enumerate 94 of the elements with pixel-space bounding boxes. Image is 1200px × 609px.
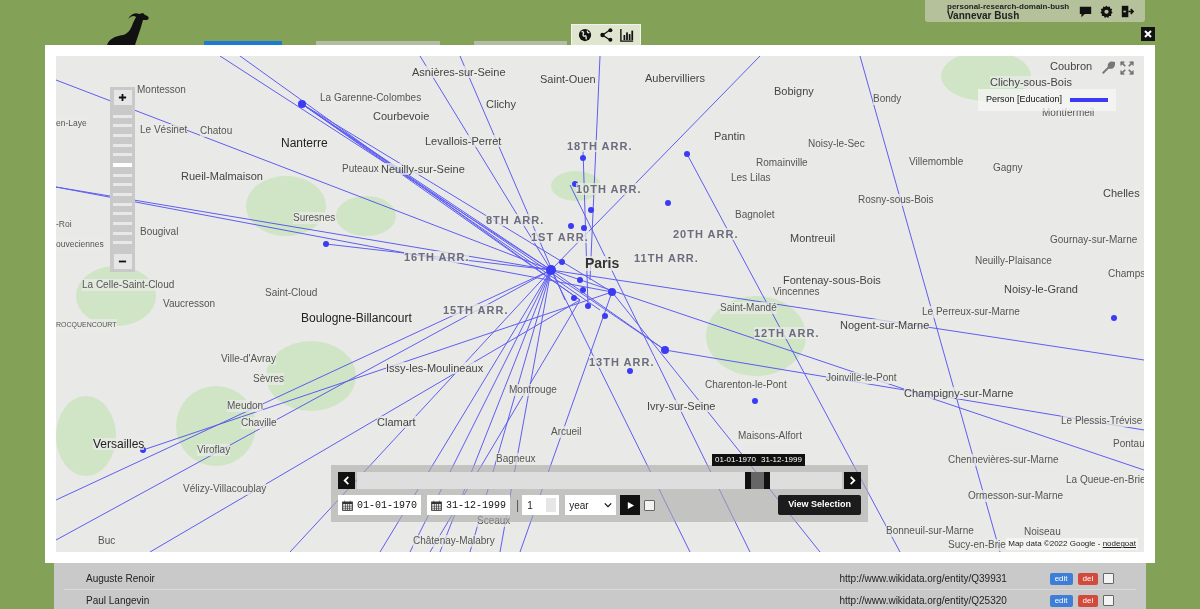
place-label: La Celle-Saint-Cloud bbox=[82, 279, 175, 291]
place-label: Vaucresson bbox=[163, 298, 216, 310]
place-label: Levallois-Perret bbox=[425, 135, 502, 147]
place-label: Coubron bbox=[1050, 60, 1093, 72]
place-label: Châtenay-Malabry bbox=[413, 535, 495, 547]
user-name: Vannevar Bush bbox=[947, 10, 1020, 21]
district-label: 10TH ARR. bbox=[576, 183, 642, 195]
place-label: Fontenay-sous-Bois bbox=[783, 274, 881, 286]
district-label: 11TH ARR. bbox=[634, 252, 699, 264]
domain-name: personal-research-domain-bush bbox=[947, 1, 1070, 11]
place-label: Vélizy-Villacoublay bbox=[183, 483, 267, 495]
place-label: Rosny-sous-Bois bbox=[858, 194, 934, 206]
place-label: Arcueil bbox=[551, 426, 582, 438]
place-label: Montrouge bbox=[509, 384, 557, 396]
place-label: Noiseau bbox=[1024, 526, 1061, 538]
place-label: Bobigny bbox=[774, 85, 814, 97]
place-label: Gournay-sur-Marne bbox=[1050, 234, 1138, 246]
place-label: -Roi bbox=[56, 218, 72, 230]
place-label: Suresnes bbox=[293, 212, 336, 224]
place-label: Asnières-sur-Seine bbox=[412, 66, 506, 78]
place-label: Montesson bbox=[137, 84, 186, 96]
place-label: Issy-les-Moulineaux bbox=[386, 362, 484, 374]
place-label: Versailles bbox=[93, 438, 145, 450]
district-label: 13TH ARR. bbox=[589, 356, 655, 368]
district-label: 8TH ARR. bbox=[486, 214, 545, 226]
place-label: ouveciennes bbox=[56, 238, 104, 250]
district-label: 1ST ARR. bbox=[531, 231, 589, 243]
start-date-tooltip: 01-01-1970 bbox=[712, 454, 759, 466]
place-label: Rueil-Malmaison bbox=[181, 170, 263, 182]
place-label: Pantin bbox=[714, 130, 746, 142]
place-label: Montreuil bbox=[790, 232, 836, 244]
place-label: Les Lilas bbox=[731, 172, 771, 184]
place-label: Chaville bbox=[241, 417, 277, 429]
place-label: La Garenne-Colombes bbox=[320, 92, 422, 104]
place-label: Chelles bbox=[1103, 187, 1140, 199]
place-label: Ormesson-sur-Marne bbox=[968, 490, 1064, 502]
place-label: Nogent-sur-Marne bbox=[840, 319, 930, 331]
place-label: en-Laye bbox=[56, 117, 87, 129]
place-label: Vincennes bbox=[773, 286, 820, 298]
place-label: Gagny bbox=[993, 162, 1023, 174]
place-label: Charenton-le-Pont bbox=[705, 379, 787, 391]
place-label: Ivry-sur-Seine bbox=[647, 400, 716, 412]
place-label: Villemomble bbox=[909, 156, 964, 168]
place-label: Clamart bbox=[377, 416, 416, 428]
place-label: Bonneuil-sur-Marne bbox=[886, 525, 974, 537]
place-label: Champigny-sur-Marne bbox=[904, 387, 1014, 399]
place-label: Buc bbox=[98, 535, 116, 547]
place-label: Maisons-Alfort bbox=[738, 430, 802, 442]
place-label: Saint-Cloud bbox=[265, 287, 318, 299]
place-label: Clichy bbox=[486, 98, 516, 110]
place-label: Bagnolet bbox=[735, 209, 775, 221]
record-url: http://www.wikidata.org/entity/Q39931 bbox=[839, 572, 1008, 586]
place-label: Clichy-sous-Bois bbox=[990, 76, 1072, 88]
place-label: Saint-Ouen bbox=[540, 73, 596, 85]
place-label: Neuilly-sur-Seine bbox=[381, 163, 465, 175]
place-label: Joinville-le-Pont bbox=[826, 372, 897, 384]
record-name: Auguste Renoir bbox=[86, 572, 156, 586]
place-label: Noisy-le-Sec bbox=[808, 138, 865, 150]
map-attribution: Map data ©2022 Google - nodegoat bbox=[1006, 538, 1138, 550]
place-label: Bagneux bbox=[496, 453, 536, 465]
place-label: Le Vésinet bbox=[140, 124, 188, 136]
place-label: Meudon bbox=[227, 400, 264, 412]
place-label: Le Perreux-sur-Marne bbox=[922, 306, 1020, 318]
place-label: Nanterre bbox=[281, 137, 328, 149]
place-label: Viroflay bbox=[197, 444, 231, 456]
place-label: Paris bbox=[585, 256, 620, 271]
place-label: Pontau bbox=[1113, 438, 1144, 450]
place-label: Saint-Mandé bbox=[720, 302, 777, 314]
place-label: Romainville bbox=[756, 157, 808, 169]
place-label: Bondy bbox=[873, 93, 902, 105]
place-label: Boulogne-Billancourt bbox=[301, 312, 412, 324]
place-label: Sèvres bbox=[253, 373, 285, 385]
district-label: 15TH ARR. bbox=[443, 304, 509, 316]
place-label: Neuilly-Plaisance bbox=[975, 255, 1052, 267]
place-label: Noisy-le-Grand bbox=[1004, 283, 1078, 295]
record-url: http://www.wikidata.org/entity/Q25320 bbox=[839, 594, 1008, 608]
place-label: Chennevières-sur-Marne bbox=[948, 454, 1059, 466]
record-name: Paul Langevin bbox=[86, 594, 151, 608]
district-label: 16TH ARR. bbox=[404, 251, 470, 263]
place-label: Chatou bbox=[200, 125, 233, 137]
place-label: Le Plessis-Trévise bbox=[1061, 415, 1143, 427]
legend-label: Person [Education] bbox=[985, 93, 1062, 106]
place-label: Sceaux bbox=[477, 515, 511, 527]
district-label: 12TH ARR. bbox=[754, 327, 820, 339]
place-label: Aubervilliers bbox=[645, 72, 705, 84]
district-label: 18TH ARR. bbox=[567, 140, 633, 152]
place-label: Sucy-en-Brie bbox=[948, 539, 1006, 551]
place-label: Bougival bbox=[140, 226, 179, 238]
place-label: Ville-d'Avray bbox=[221, 353, 276, 365]
district-label: 20TH ARR. bbox=[673, 228, 739, 240]
separator-text: | bbox=[516, 497, 520, 514]
end-date-tooltip: 31-12-1999 bbox=[758, 454, 805, 466]
place-label: Puteaux bbox=[342, 163, 379, 175]
place-label: Courbevoie bbox=[373, 110, 430, 122]
